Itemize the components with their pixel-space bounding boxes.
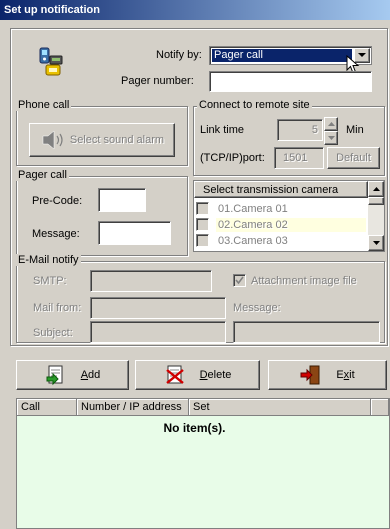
camera-label: 01.Camera 01 (218, 203, 288, 215)
port-label: (TCP/IP)port: (200, 152, 265, 164)
camera-checkbox[interactable] (196, 202, 209, 215)
link-time-down-button[interactable] (324, 131, 338, 145)
pager-call-group-label: Pager call (16, 169, 69, 181)
smtp-input[interactable] (90, 270, 212, 292)
notify-by-value: Pager call (212, 49, 352, 62)
speaker-icon (42, 130, 63, 150)
pager-number-label: Pager number: (121, 75, 194, 87)
link-time-up-button[interactable] (324, 117, 338, 131)
camera-checkbox[interactable] (196, 218, 209, 231)
add-document-icon (46, 365, 63, 386)
camera-list-header-label: Select transmission camera (203, 183, 339, 196)
camera-list-scrollbar[interactable] (368, 181, 384, 251)
camera-rows: 01.Camera 01 02.Camera 02 03.Camera 03 (196, 201, 368, 251)
empty-list-message: No item(s). (163, 421, 226, 435)
scroll-down-button[interactable] (368, 235, 384, 251)
subject-label: Subject: (33, 327, 73, 339)
column-header-set[interactable]: Set (189, 399, 371, 416)
remote-site-group-label: Connect to remote site (197, 99, 312, 111)
smtp-label: SMTP: (33, 275, 67, 287)
camera-list: Select transmission camera 01.Camera 01 … (193, 180, 385, 252)
message-label: Message: (32, 228, 80, 240)
attachment-checkbox[interactable] (233, 274, 246, 287)
add-button[interactable]: Add (16, 360, 129, 390)
delete-button-label: Delete (199, 369, 232, 381)
camera-checkbox[interactable] (196, 234, 209, 247)
exit-door-icon (300, 365, 320, 385)
mail-from-label: Mail from: (33, 302, 82, 314)
attachment-label: Attachment image file (251, 275, 357, 287)
select-sound-alarm-button[interactable]: Select sound alarm (29, 123, 175, 157)
camera-list-header[interactable]: Select transmission camera (194, 181, 368, 198)
email-message-input[interactable] (233, 321, 380, 343)
delete-document-icon (165, 365, 184, 384)
precode-input[interactable] (98, 188, 146, 212)
column-header-spacer (371, 399, 389, 416)
notify-by-label: Notify by: (156, 49, 202, 61)
camera-row[interactable]: 02.Camera 02 (196, 217, 366, 233)
precode-label: Pre-Code: (32, 195, 83, 207)
link-time-unit: Min (346, 124, 364, 136)
default-button-label: Default (336, 152, 371, 164)
exit-button-label: Exit (336, 369, 355, 381)
select-sound-alarm-label: Select sound alarm (69, 134, 165, 146)
chevron-up-icon (372, 187, 380, 191)
scroll-thumb[interactable] (368, 197, 384, 205)
scroll-up-button[interactable] (368, 181, 384, 197)
checkmark-icon (235, 276, 244, 285)
camera-row[interactable]: 01.Camera 01 (196, 201, 366, 217)
add-button-label: Add (80, 369, 101, 381)
link-time-value: 5 (311, 124, 318, 136)
column-header-number[interactable]: Number / IP address (77, 399, 189, 416)
exit-button[interactable]: Exit (268, 360, 387, 390)
default-button[interactable]: Default (327, 147, 380, 169)
subject-input[interactable] (90, 321, 226, 343)
window-titlebar: Set up notification (0, 0, 390, 20)
camera-label: 02.Camera 02 (216, 218, 366, 232)
chevron-up-icon (327, 122, 335, 126)
pager-message-input[interactable] (98, 221, 171, 245)
window-title: Set up notification (4, 4, 100, 16)
chevron-down-icon (372, 241, 380, 245)
port-input[interactable]: 1501 (274, 147, 324, 169)
phone-call-group-label: Phone call (16, 99, 72, 111)
link-time-label: Link time (200, 124, 245, 136)
delete-button[interactable]: Delete (135, 360, 260, 390)
pager-device-icon (36, 46, 68, 80)
email-message-label: Message: (233, 302, 281, 314)
column-header-call[interactable]: Call (17, 399, 77, 416)
camera-label: 03.Camera 03 (218, 235, 288, 247)
mail-from-input[interactable] (90, 297, 226, 319)
camera-row[interactable]: 03.Camera 03 (196, 233, 366, 249)
email-notify-group-label: E-Mail notify (16, 254, 81, 266)
link-time-input[interactable]: 5 (277, 119, 323, 141)
chevron-down-icon (327, 136, 335, 140)
notification-list[interactable]: Call Number / IP address Set No item(s). (16, 398, 390, 529)
pager-number-input[interactable] (209, 71, 372, 92)
port-value: 1501 (283, 152, 308, 164)
